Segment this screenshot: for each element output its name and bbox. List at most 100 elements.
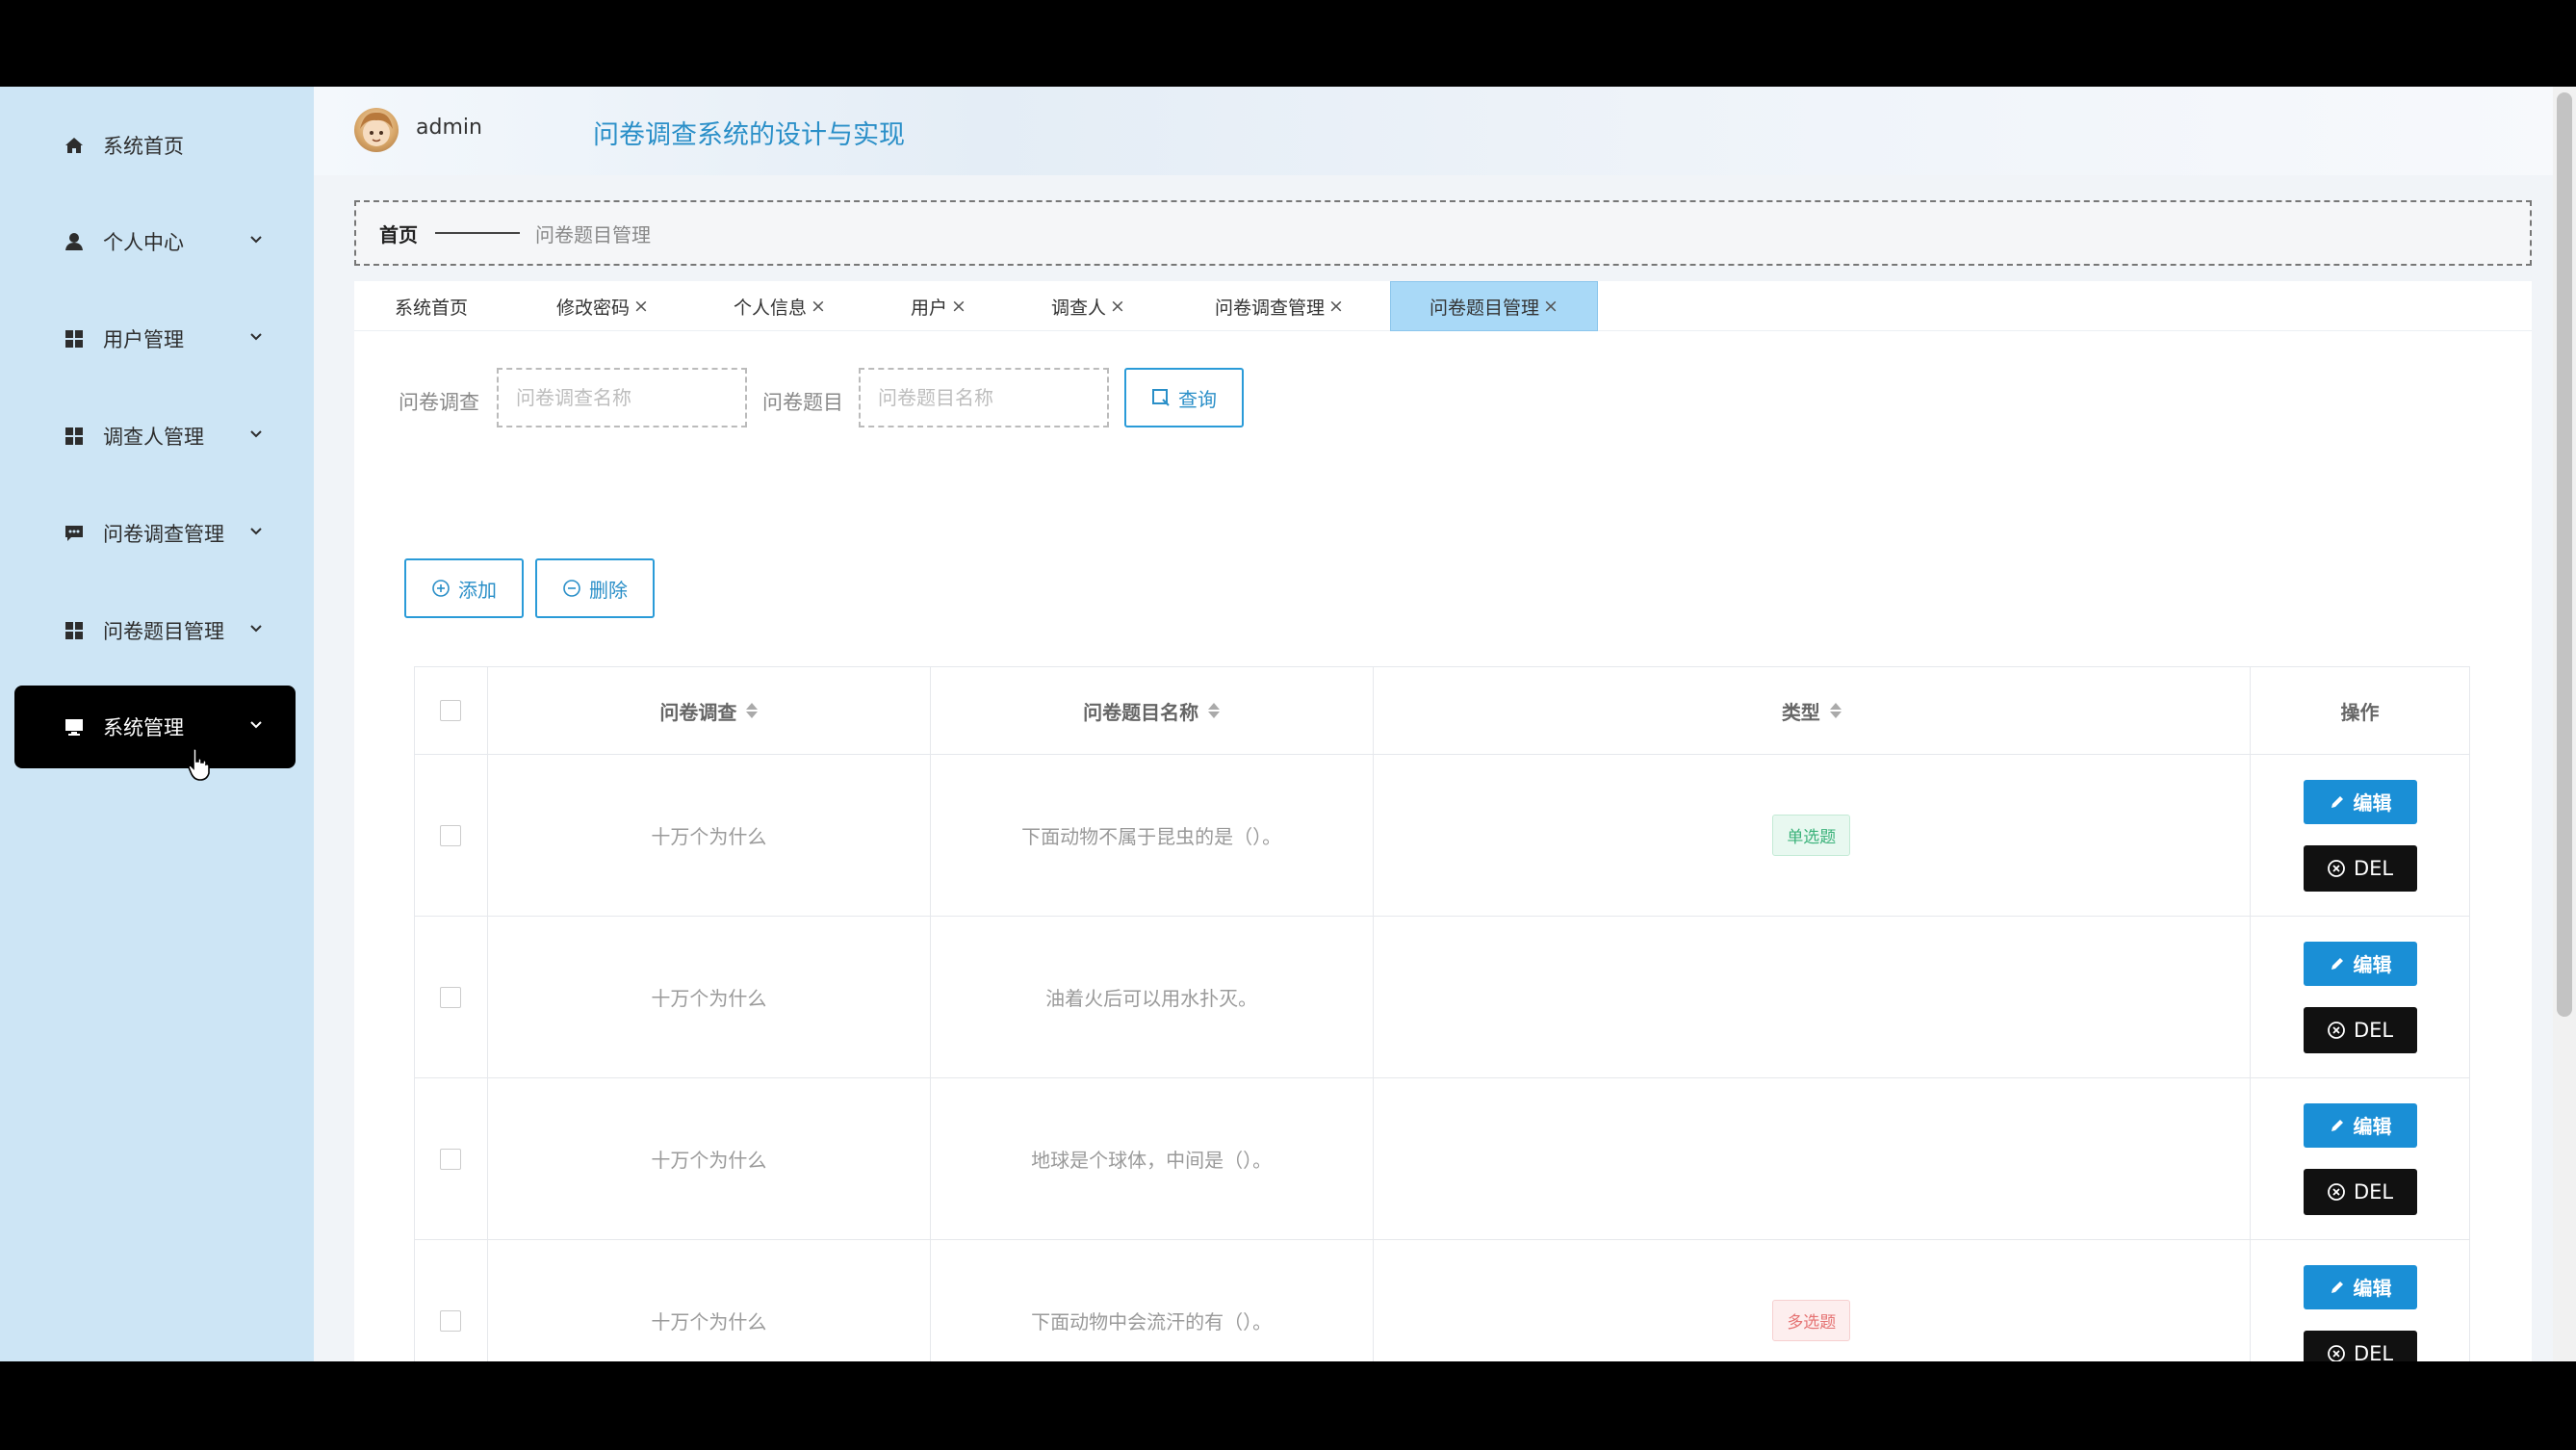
row-checkbox[interactable] (440, 1309, 462, 1332)
question-name: 下面动物中会流汗的有（）。 (1031, 1310, 1273, 1333)
survey-search-label: 问卷调查 (399, 391, 479, 414)
tab-label: 问卷调查管理 (1215, 297, 1326, 319)
edit-button[interactable]: 编辑 (2303, 941, 2417, 986)
tab-5[interactable]: 问卷调查管理 × (1201, 281, 1357, 331)
survey-name: 十万个为什么 (651, 987, 767, 1010)
del-button-label: DEL (2353, 1018, 2394, 1042)
scrollbar[interactable] (2553, 87, 2576, 1361)
avatar[interactable] (354, 108, 399, 152)
sidebar-item-1[interactable]: 个人中心 (14, 200, 296, 283)
chevron-down-icon (245, 424, 267, 445)
row-checkbox[interactable] (440, 1148, 462, 1170)
close-icon[interactable]: × (1110, 296, 1125, 317)
breadcrumb: 首页 问卷题目管理 (354, 200, 2532, 266)
close-circle-icon (2327, 1021, 2346, 1040)
scrollbar-thumb[interactable] (2557, 92, 2572, 1017)
tab-4[interactable]: 调查人 × (1038, 281, 1139, 331)
header-survey[interactable]: 问卷调查 (488, 667, 931, 754)
table-header-row: 问卷调查 问卷题目名称 类型 操作 (415, 667, 2470, 755)
edit-button[interactable]: 编辑 (2303, 779, 2417, 824)
sidebar-item-4[interactable]: 问卷调查管理 (14, 492, 296, 575)
question-name: 下面动物不属于昆虫的是（）。 (1021, 825, 1282, 848)
tab-2[interactable]: 个人信息 × (720, 281, 839, 331)
del-button[interactable]: DEL (2303, 1330, 2417, 1362)
close-circle-icon (2327, 1344, 2346, 1361)
sort-icon[interactable] (746, 703, 759, 718)
survey-cell: 十万个为什么 (488, 1078, 931, 1239)
edit-button-label: 编辑 (2353, 1115, 2392, 1138)
edit-button[interactable]: 编辑 (2303, 1102, 2417, 1148)
question-name-input[interactable] (859, 368, 1109, 427)
grid-icon (63, 327, 86, 350)
system-title: 问卷调查系统的设计与实现 (593, 120, 905, 150)
type-tag: 单选题 (1772, 815, 1851, 856)
sidebar-item-label: 用户管理 (103, 328, 184, 351)
header-ops-label: 操作 (2340, 700, 2380, 724)
tab-1[interactable]: 修改密码 × (543, 281, 662, 331)
monitor-icon (63, 715, 86, 738)
del-button[interactable]: DEL (2303, 1006, 2417, 1053)
close-icon[interactable]: × (811, 296, 826, 317)
sidebar-item-label: 调查人管理 (103, 426, 204, 449)
row-checkbox[interactable] (440, 986, 462, 1008)
content-panel: 系统首页 修改密码 × 个人信息 × 用户 × 调查人 × 问卷调查管理 × 问卷题目管理 × 问卷调查… (354, 281, 2532, 1361)
tab-0[interactable]: 系统首页 (381, 281, 481, 331)
search-icon (1151, 388, 1171, 407)
sidebar-item-5[interactable]: 问卷题目管理 (14, 589, 296, 672)
del-button[interactable]: DEL (2303, 1168, 2417, 1215)
row-checkbox-cell (415, 755, 488, 916)
close-icon[interactable]: × (951, 296, 966, 317)
delete-button[interactable]: 删除 (535, 558, 655, 618)
tab-label: 修改密码 (556, 297, 631, 319)
row-checkbox-cell (415, 1240, 488, 1361)
tab-label: 系统首页 (395, 297, 469, 319)
sidebar-item-label: 系统管理 (103, 716, 184, 739)
del-button-label: DEL (2353, 856, 2394, 880)
sidebar-item-6[interactable]: 系统管理 (14, 686, 296, 768)
table-body: 十万个为什么 下面动物不属于昆虫的是（）。 单选题 编辑 DEL 十万个为什么 … (415, 755, 2470, 1361)
survey-cell: 十万个为什么 (488, 1240, 931, 1361)
header-question[interactable]: 问卷题目名称 (931, 667, 1374, 754)
survey-cell: 十万个为什么 (488, 755, 931, 916)
question-cell: 地球是个球体，中间是（）。 (931, 1078, 1374, 1239)
close-icon[interactable]: × (1328, 296, 1344, 317)
sidebar-item-label: 问卷调查管理 (103, 523, 224, 546)
header-type[interactable]: 类型 (1374, 667, 2252, 754)
chevron-down-icon (245, 618, 267, 639)
sidebar-item-2[interactable]: 用户管理 (14, 298, 296, 380)
search-form: 问卷调查 问卷题目 查询 (354, 368, 1317, 429)
del-button[interactable]: DEL (2303, 844, 2417, 892)
edit-button-label: 编辑 (2353, 1277, 2392, 1300)
type-cell: 多选题 (1374, 1240, 2252, 1361)
header-question-label: 问卷题目名称 (1083, 700, 1199, 724)
survey-name: 十万个为什么 (651, 825, 767, 848)
edit-button[interactable]: 编辑 (2303, 1264, 2417, 1309)
row-checkbox[interactable] (440, 824, 462, 846)
add-button-label: 添加 (458, 578, 497, 602)
query-button[interactable]: 查询 (1124, 368, 1244, 427)
question-name: 油着火后可以用水扑灭。 (1045, 987, 1258, 1010)
sidebar-item-3[interactable]: 调查人管理 (14, 395, 296, 478)
del-button-label: DEL (2353, 1341, 2394, 1362)
select-all-checkbox[interactable] (440, 700, 462, 721)
pencil-icon (2329, 955, 2346, 972)
breadcrumb-home[interactable]: 首页 (379, 220, 418, 247)
minus-circle-icon (562, 579, 581, 598)
header-type-label: 类型 (1781, 700, 1820, 724)
type-cell (1374, 917, 2252, 1077)
tab-6[interactable]: 问卷题目管理 × (1390, 281, 1598, 331)
tab-3[interactable]: 用户 × (897, 281, 980, 331)
tab-bar: 系统首页 修改密码 × 个人信息 × 用户 × 调查人 × 问卷调查管理 × 问卷题目管理 × (354, 281, 2532, 331)
sidebar-item-0[interactable]: 系统首页 (14, 104, 296, 187)
close-icon[interactable]: × (1543, 296, 1558, 317)
person-icon (63, 230, 86, 253)
sort-icon[interactable] (1208, 703, 1221, 718)
ops-cell: 编辑 DEL (2251, 755, 2470, 916)
close-icon[interactable]: × (633, 296, 649, 317)
hand-cursor-icon (188, 747, 210, 781)
survey-name-input[interactable] (497, 368, 747, 427)
sort-icon[interactable] (1829, 703, 1842, 718)
header-ops: 操作 (2251, 667, 2470, 754)
type-cell: 单选题 (1374, 755, 2252, 916)
add-button[interactable]: 添加 (404, 558, 524, 618)
